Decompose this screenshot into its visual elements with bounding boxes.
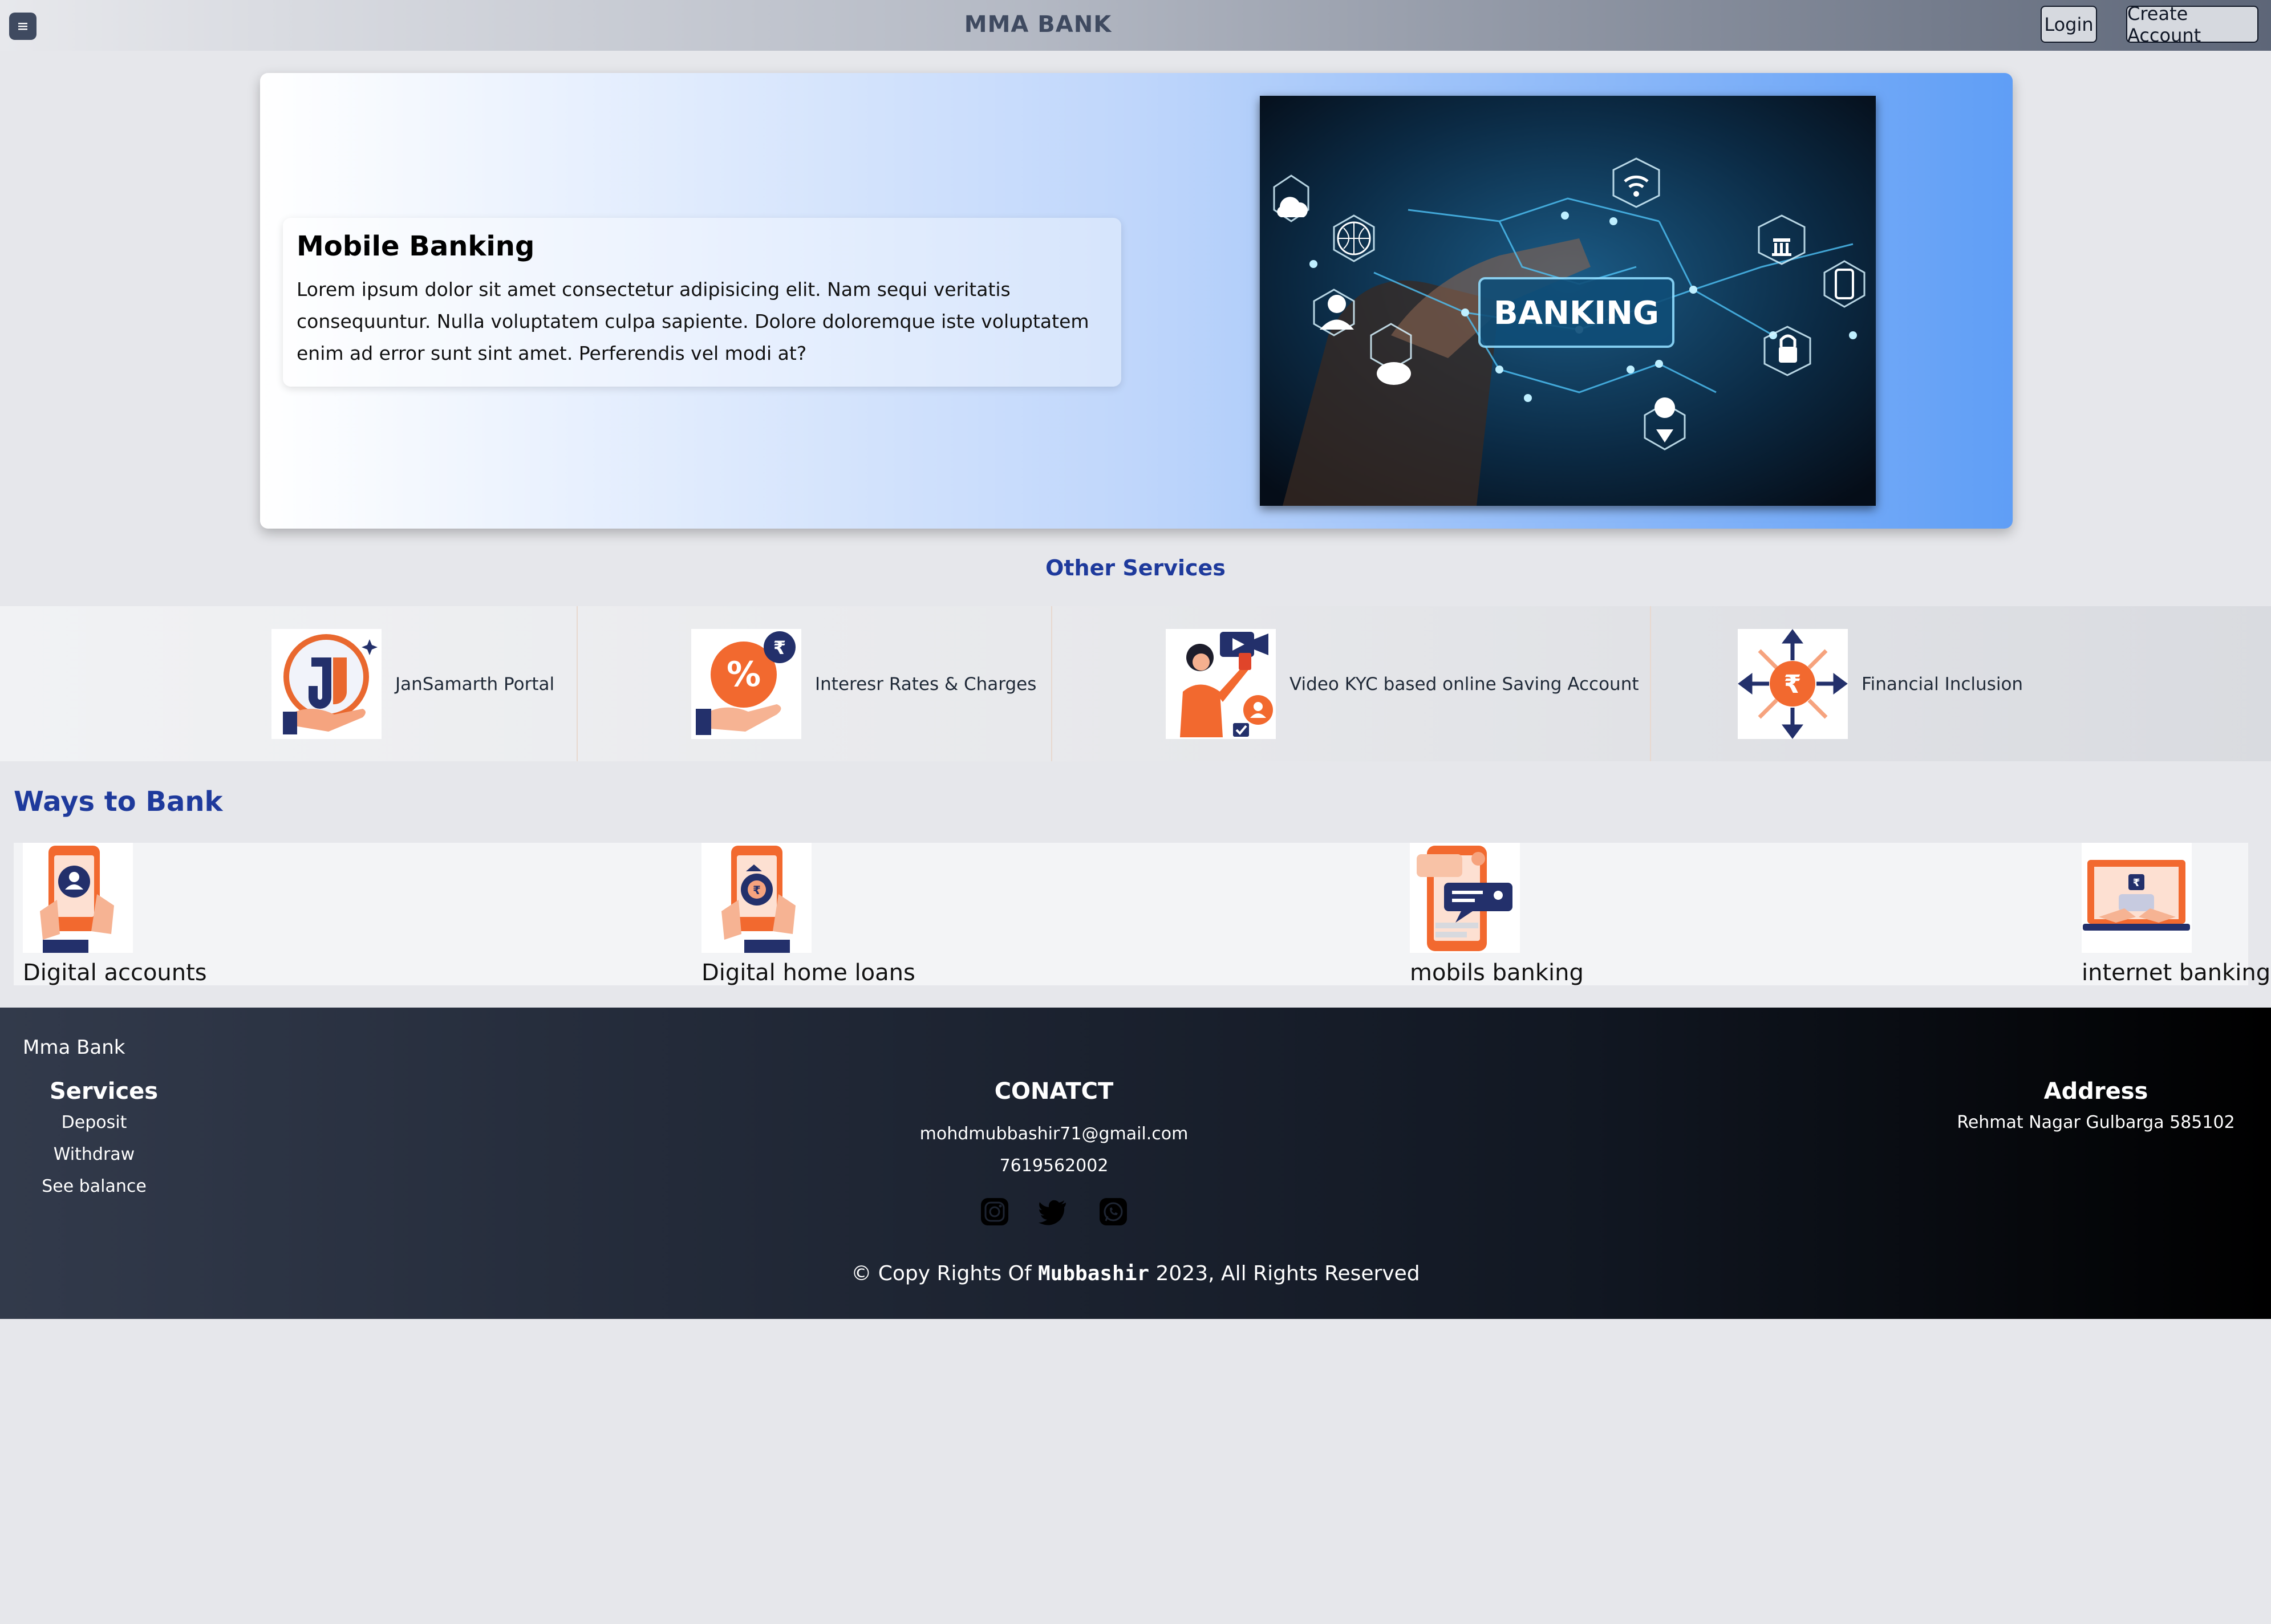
service-label: JanSamarth Portal — [395, 673, 555, 695]
banking-image-text: BANKING — [1494, 295, 1659, 332]
copyright-name: Mubbashir — [1038, 1262, 1150, 1285]
other-services-title: Other Services — [1045, 555, 1226, 580]
hero-title: Mobile Banking — [297, 230, 535, 262]
footer-services-title: Services — [50, 1078, 159, 1105]
brand-title: MMA BANK — [964, 11, 1112, 38]
percent-hand-icon: % ₹ — [691, 629, 801, 739]
ways-to-bank-title: Ways to Bank — [14, 786, 223, 818]
way-mobile-banking[interactable]: mobils banking — [1410, 843, 1584, 986]
copyright-suffix: 2023, All Rights Reserved — [1155, 1262, 1420, 1285]
footer-address-title: Address — [2043, 1078, 2148, 1105]
way-digital-home-loans[interactable]: ₹ Digital home loans — [701, 843, 915, 986]
svg-text:₹: ₹ — [2133, 877, 2140, 889]
video-kyc-icon — [1166, 629, 1276, 739]
way-label: internet banking — [2082, 960, 2271, 986]
top-navbar: MMA BANK Login Create Account — [0, 0, 2271, 51]
service-interest-rates[interactable]: % ₹ Interesr Rates & Charges — [691, 629, 1036, 739]
whatsapp-icon[interactable] — [1097, 1196, 1129, 1228]
way-internet-banking[interactable]: ₹ internet banking — [2082, 843, 2270, 986]
phone-loan-icon: ₹ — [701, 843, 812, 953]
svg-text:₹: ₹ — [773, 637, 786, 659]
ways-band — [14, 843, 2248, 985]
way-digital-accounts[interactable]: Digital accounts — [23, 843, 207, 986]
services-band: JanSamarth Portal % ₹ Interesr Rates & C… — [0, 606, 2271, 761]
hero-text: Lorem ipsum dolor sit amet consectetur a… — [297, 278, 1089, 364]
mobile-chat-icon — [1410, 843, 1520, 953]
laptop-banking-icon: ₹ — [2082, 843, 2192, 953]
banking-image: BANKING — [1260, 96, 1876, 506]
hero-banner: Mobile Banking Lorem ipsum dolor sit ame… — [260, 73, 2013, 529]
footer-phone[interactable]: 7619562002 — [940, 1156, 1168, 1176]
svg-text:%: % — [727, 655, 761, 695]
footer-brand: Mma Bank — [23, 1036, 125, 1059]
footer-email[interactable]: mohdmubbashir71@gmail.com — [883, 1124, 1225, 1144]
divider — [1650, 606, 1651, 761]
copyright: © Copy Rights Of Mubbashir 2023, All Rig… — [0, 1262, 2271, 1285]
footer: Mma Bank Services Deposit Withdraw See b… — [0, 1008, 2271, 1319]
footer-link-see-balance[interactable]: See balance — [37, 1176, 151, 1196]
footer-contact-title: CONATCT — [994, 1078, 1114, 1105]
footer-link-deposit[interactable]: Deposit — [37, 1113, 151, 1132]
jansamarth-logo-icon — [271, 629, 382, 739]
service-video-kyc[interactable]: Video KYC based online Saving Account — [1166, 629, 1639, 739]
way-label: mobils banking — [1410, 960, 1584, 986]
way-label: Digital accounts — [23, 960, 207, 986]
service-label: Financial Inclusion — [1862, 673, 2023, 695]
phone-account-icon — [23, 843, 133, 953]
hero-card: Mobile Banking Lorem ipsum dolor sit ame… — [283, 218, 1121, 387]
login-button[interactable]: Login — [2041, 6, 2097, 43]
service-label: Video KYC based online Saving Account — [1289, 673, 1639, 695]
create-account-button[interactable]: Create Account — [2126, 3, 2258, 46]
way-label: Digital home loans — [701, 960, 915, 986]
footer-link-withdraw[interactable]: Withdraw — [37, 1144, 151, 1164]
service-jansamarth[interactable]: JanSamarth Portal — [271, 629, 554, 739]
instagram-icon[interactable] — [979, 1196, 1011, 1228]
rupee-arrows-icon: ₹ — [1738, 629, 1848, 739]
service-financial-inclusion[interactable]: ₹ Financial Inclusion — [1738, 629, 2023, 739]
svg-text:₹: ₹ — [753, 883, 761, 897]
service-label: Interesr Rates & Charges — [815, 673, 1037, 695]
svg-text:₹: ₹ — [1784, 670, 1802, 699]
divider — [1051, 606, 1052, 761]
divider — [577, 606, 578, 761]
copyright-prefix: © Copy Rights Of — [851, 1262, 1032, 1285]
footer-address: Rehmat Nagar Gulbarga 585102 — [1957, 1113, 2235, 1132]
twitter-icon[interactable] — [1037, 1196, 1069, 1228]
